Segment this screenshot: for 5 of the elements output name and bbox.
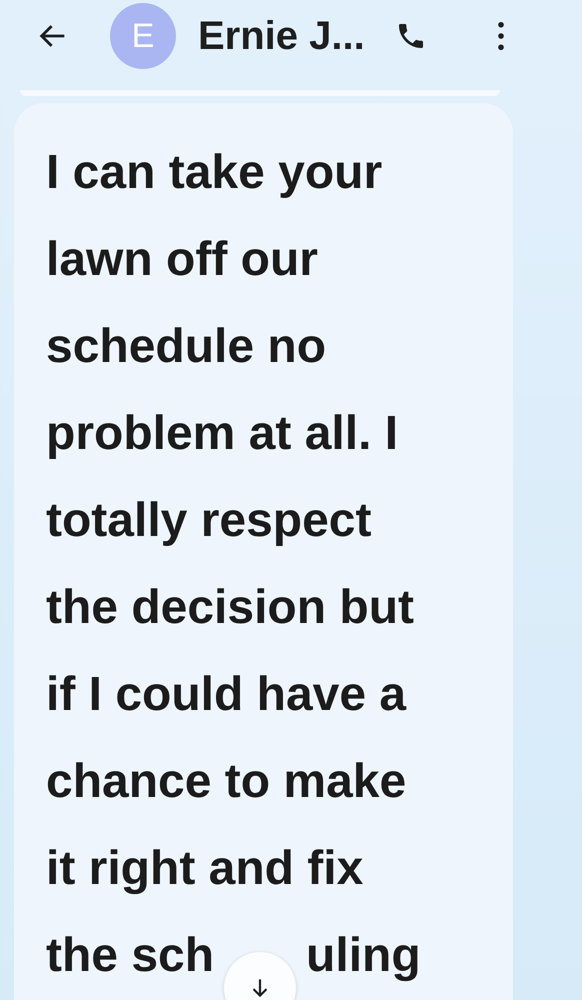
avatar: E: [110, 3, 176, 69]
more-options-icon[interactable]: [496, 21, 505, 51]
message-text: uling: [306, 928, 421, 984]
message-text: the sch: [46, 928, 214, 984]
contact-name: Ernie J...: [198, 14, 365, 58]
